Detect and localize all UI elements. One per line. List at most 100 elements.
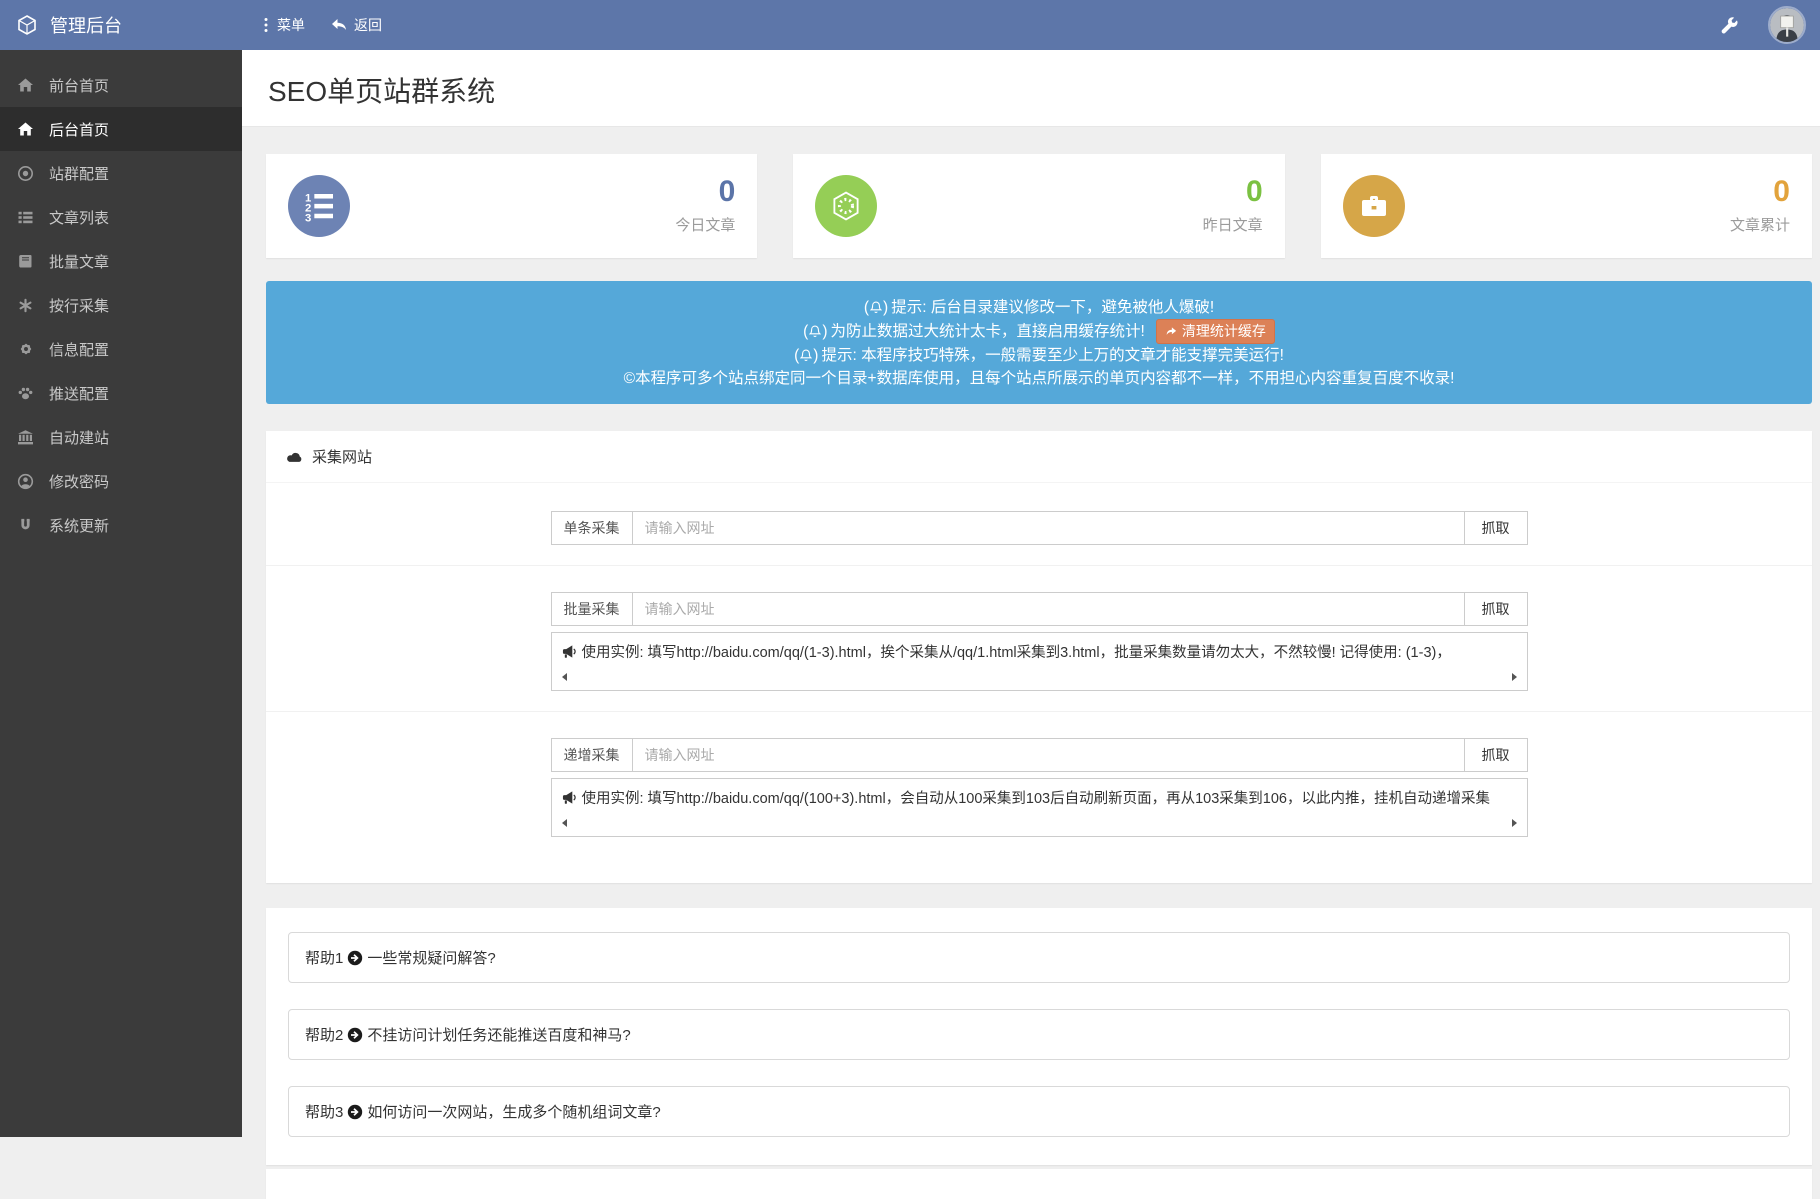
list-icon [17,209,34,226]
increment-hint-text: 使用实例: 填写http://baidu.com/qq/(100+3).html… [582,787,1490,808]
sidebar-item-front-home[interactable]: 前台首页 [0,63,242,107]
home-icon [17,77,34,94]
arrow-circle-right-icon [347,950,363,966]
reply-icon [331,18,347,32]
arrow-circle-right-icon [347,1104,363,1120]
bank-icon [17,429,34,446]
user-circle-icon [17,473,34,490]
help-prefix: 帮助1 [305,947,343,968]
sidebar-item-change-password[interactable]: 修改密码 [0,459,242,503]
bullhorn-icon [562,644,577,659]
help-item-3[interactable]: 帮助3 如何访问一次网站，生成多个随机组词文章? [288,1086,1790,1137]
top-right-tools [1721,6,1820,44]
increment-hint-scrollbar[interactable] [562,815,1517,830]
help-panel: 帮助1 一些常规疑问解答? 帮助2 不挂访问计划任务还能推送百度和神马? 帮助3… [266,908,1812,1165]
help-question: 一些常规疑问解答? [367,947,495,968]
scroll-left-icon[interactable] [562,819,567,827]
help-prefix: 帮助2 [305,1024,343,1045]
paw-icon [17,385,34,402]
book-icon [17,253,34,270]
single-collect-label: 单条采集 [551,511,632,545]
batch-collect-section: 批量采集 抓取 使用实例: 填写http://baidu.com/qq/(1-3… [266,566,1812,712]
sidebar-item-label: 按行采集 [49,295,109,316]
sidebar-item-label: 前台首页 [49,75,109,96]
batch-hint-scrollbar[interactable] [562,669,1517,684]
asterisk-icon [17,297,34,314]
sidebar-item-batch-article[interactable]: 批量文章 [0,239,242,283]
stat-card-total: 0 文章累计 [1321,154,1812,258]
notice-text: 提示: 本程序技巧特殊，一般需要至少上万的文章才能支撑完美运行! [821,344,1283,367]
app-title: 管理后台 [50,12,122,38]
help-prefix: 帮助3 [305,1101,343,1122]
arrow-circle-right-icon [347,1027,363,1043]
collect-panel-heading: 采集网站 [266,431,1812,483]
help-item-2[interactable]: 帮助2 不挂访问计划任务还能推送百度和神马? [288,1009,1790,1060]
bell-icon [809,325,821,338]
bullhorn-icon [562,790,577,805]
sidebar-item-info-config[interactable]: 信息配置 [0,327,242,371]
collect-panel-title: 采集网站 [312,446,372,467]
increment-collect-label: 递增采集 [551,738,632,772]
sidebar-item-label: 文章列表 [49,207,109,228]
cloud-icon [286,450,303,464]
briefcase-icon [1343,175,1405,237]
notice-line: () 提示: 本程序技巧特殊，一般需要至少上万的文章才能支撑完美运行! [286,344,1792,367]
help-question: 如何访问一次网站，生成多个随机组词文章? [367,1101,660,1122]
stat-label: 昨日文章 [1203,214,1263,235]
next-panel-edge [266,1169,1812,1199]
wrench-icon[interactable] [1721,17,1738,34]
sidebar-item-line-collect[interactable]: 按行采集 [0,283,242,327]
clear-cache-button[interactable]: 清理统计缓存 [1156,319,1275,344]
batch-collect-label: 批量采集 [551,592,632,626]
sidebar-item-label: 批量文章 [49,251,109,272]
sidebar: 前台首页 后台首页 站群配置 文章列表 批量文章 按行采集 信息配置 推送配置 [0,50,242,1137]
notice-text: ©本程序可多个站点绑定同一个目录+数据库使用，且每个站点所展示的单页内容都不一样… [624,367,1455,390]
stat-cards: 123 0 今日文章 0 昨日文章 [266,154,1812,258]
batch-hint-box: 使用实例: 填写http://baidu.com/qq/(1-3).html，挨… [551,632,1528,691]
sidebar-item-system-update[interactable]: 系统更新 [0,503,242,547]
sidebar-item-auto-site[interactable]: 自动建站 [0,415,242,459]
notice-line: ©本程序可多个站点绑定同一个目录+数据库使用，且每个站点所展示的单页内容都不一样… [286,367,1792,390]
bell-icon [870,301,882,314]
chrome-globe-icon [17,165,34,182]
ordered-list-icon: 123 [288,175,350,237]
app-brand[interactable]: 管理后台 [0,12,242,38]
sidebar-item-label: 修改密码 [49,471,109,492]
svg-text:3: 3 [305,212,311,222]
sidebar-item-admin-home[interactable]: 后台首页 [0,107,242,151]
sidebar-item-push-config[interactable]: 推送配置 [0,371,242,415]
scroll-left-icon[interactable] [562,673,567,681]
collect-panel: 采集网站 单条采集 抓取 批量采集 [266,431,1812,883]
stat-value: 0 [675,177,735,207]
home-icon [17,121,34,138]
single-collect-input[interactable] [632,511,1465,545]
stat-card-today: 123 0 今日文章 [266,154,757,258]
back-link[interactable]: 返回 [331,15,382,35]
increment-collect-input[interactable] [632,738,1465,772]
batch-collect-input[interactable] [632,592,1465,626]
cube-logo-icon [16,14,38,36]
page-header: SEO单页站群系统 [242,50,1820,127]
scroll-right-icon[interactable] [1512,673,1517,681]
avatar[interactable] [1768,6,1806,44]
top-nav: 菜单 返回 [242,15,382,35]
stat-card-yesterday: 0 昨日文章 [793,154,1284,258]
increment-hint-box: 使用实例: 填写http://baidu.com/qq/(100+3).html… [551,778,1528,837]
forward-arrow-icon [1165,325,1177,337]
ellipsis-v-icon [262,17,270,33]
help-question: 不挂访问计划任务还能推送百度和神马? [367,1024,630,1045]
sidebar-item-label: 自动建站 [49,427,109,448]
menu-label: 菜单 [277,15,305,35]
increment-grab-button[interactable]: 抓取 [1465,738,1528,772]
sidebar-item-article-list[interactable]: 文章列表 [0,195,242,239]
sidebar-item-site-config[interactable]: 站群配置 [0,151,242,195]
back-label: 返回 [354,15,382,35]
scroll-right-icon[interactable] [1512,819,1517,827]
batch-grab-button[interactable]: 抓取 [1465,592,1528,626]
help-item-1[interactable]: 帮助1 一些常规疑问解答? [288,932,1790,983]
stat-label: 今日文章 [675,214,735,235]
sidebar-item-label: 推送配置 [49,383,109,404]
menu-toggle[interactable]: 菜单 [262,15,305,35]
single-grab-button[interactable]: 抓取 [1465,511,1528,545]
notice-text: 为防止数据过大统计太卡，直接启用缓存统计! [831,320,1145,343]
